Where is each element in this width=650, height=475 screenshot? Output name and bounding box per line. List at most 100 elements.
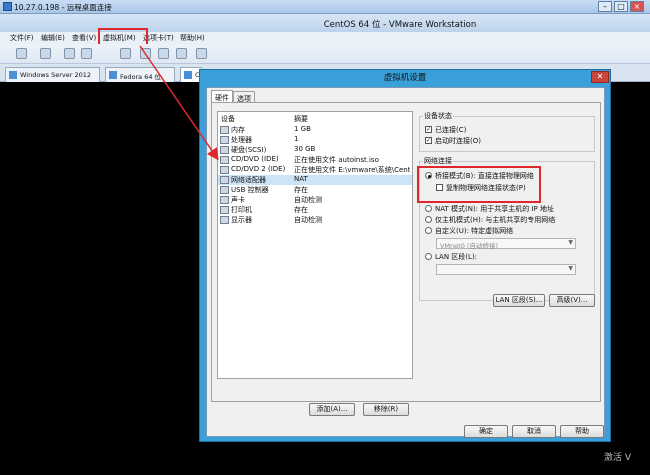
- device-summary: 正在使用文件 E:\vmware\系统\CentO...: [294, 166, 410, 174]
- device-summary: 30 GB: [294, 145, 316, 153]
- menu-file[interactable]: 文件(F): [10, 33, 34, 43]
- device-name: 内存: [231, 126, 245, 134]
- watermark-text: 激活 V: [604, 453, 632, 463]
- cpu-icon: [220, 136, 229, 144]
- remote-desktop-titlebar: 10.27.0.198 - 远程桌面连接 – □ ×: [0, 0, 650, 14]
- device-row[interactable]: 显示器 自动检测: [218, 215, 412, 225]
- library-icon[interactable]: [40, 48, 51, 59]
- chevron-down-icon: ▼: [568, 239, 573, 246]
- vm-settings-dialog: 虚拟机设置 ✕ 硬件 选项 设备 摘要 内存 1 GB 处理器 1 硬盘(SCSI) 30…: [199, 69, 611, 442]
- lan-segment-label: LAN 区段(L):: [435, 253, 478, 261]
- fullscreen-icon[interactable]: [140, 48, 151, 59]
- revert-icon[interactable]: [81, 48, 92, 59]
- device-summary: NAT: [294, 175, 308, 183]
- device-row[interactable]: 处理器 1: [218, 135, 412, 145]
- host-only-radio[interactable]: [425, 216, 432, 223]
- vm-icon: [109, 71, 117, 79]
- host-only-label: 仅主机模式(H): 与主机共享的专用网络: [435, 216, 556, 224]
- device-summary: 自动检测: [294, 196, 322, 204]
- device-list: 设备 摘要 内存 1 GB 处理器 1 硬盘(SCSI) 30 GB CD/DVD (IDE…: [217, 111, 413, 379]
- sound-icon: [220, 196, 229, 204]
- network-connection-label: 网络连接: [423, 156, 453, 166]
- help-button[interactable]: 帮助: [560, 425, 604, 438]
- custom-label: 自定义(U): 特定虚拟网络: [435, 227, 514, 235]
- device-row[interactable]: 声卡 自动检测: [218, 195, 412, 205]
- remote-desktop-title: 10.27.0.198 - 远程桌面连接: [14, 3, 112, 12]
- vm-icon: [184, 71, 192, 79]
- device-name: USB 控制器: [231, 186, 269, 194]
- add-button[interactable]: 添加(A)...: [309, 403, 355, 416]
- device-row[interactable]: 打印机 存在: [218, 205, 412, 215]
- device-name: 网络适配器: [231, 176, 266, 184]
- unity-icon[interactable]: [158, 48, 169, 59]
- remote-desktop-icon: [3, 2, 12, 11]
- network-highlight: [417, 166, 541, 203]
- disk-icon: [220, 146, 229, 154]
- chevron-down-icon: ▼: [568, 265, 573, 272]
- custom-vmnet-select[interactable]: VMnet0 (自动桥接) ▼: [436, 238, 576, 250]
- remove-button[interactable]: 移除(R): [363, 403, 409, 416]
- menu-edit[interactable]: 编辑(E): [41, 33, 65, 43]
- vm-icon: [9, 71, 17, 79]
- menu-view[interactable]: 查看(V): [72, 33, 96, 43]
- cd-icon: [220, 156, 229, 164]
- connected-checkbox[interactable]: ✓: [425, 126, 432, 133]
- cancel-button[interactable]: 取消: [512, 425, 556, 438]
- device-row[interactable]: 内存 1 GB: [218, 125, 412, 135]
- device-header: 设备: [221, 115, 235, 123]
- dialog-body: 硬件 选项 设备 摘要 内存 1 GB 处理器 1 硬盘(SCSI) 30 GB CD/DV…: [206, 87, 605, 438]
- device-name: CD/DVD (IDE): [231, 155, 279, 163]
- manage-snapshot-icon[interactable]: [120, 48, 131, 59]
- tab-windows-server[interactable]: Windows Server 2012: [5, 67, 100, 82]
- device-summary: 存在: [294, 206, 308, 214]
- dialog-title: 虚拟机设置: [383, 73, 427, 83]
- usb-icon: [220, 186, 229, 194]
- summary-header: 摘要: [294, 115, 308, 123]
- dialog-close-button[interactable]: ✕: [591, 71, 609, 83]
- snapshot-icon[interactable]: [64, 48, 75, 59]
- advanced-button[interactable]: 高级(V)...: [549, 294, 595, 307]
- maximize-button[interactable]: □: [614, 1, 628, 12]
- custom-radio[interactable]: [425, 227, 432, 234]
- device-row[interactable]: CD/DVD 2 (IDE) 正在使用文件 E:\vmware\系统\CentO.…: [218, 165, 412, 175]
- view-icon[interactable]: [196, 48, 207, 59]
- lan-segment-radio[interactable]: [425, 253, 432, 260]
- memory-icon: [220, 126, 229, 134]
- lan-segments-button[interactable]: LAN 区段(S)...: [493, 294, 545, 307]
- pause-icon[interactable]: [16, 48, 27, 59]
- device-name: 显示器: [231, 216, 252, 224]
- menu-help[interactable]: 帮助(H): [180, 33, 205, 43]
- printer-icon: [220, 206, 229, 214]
- nat-radio[interactable]: [425, 205, 432, 212]
- device-row[interactable]: USB 控制器 存在: [218, 185, 412, 195]
- device-summary: 自动检测: [294, 216, 322, 224]
- device-status-label: 设备状态: [423, 111, 453, 121]
- device-row[interactable]: 硬盘(SCSI) 30 GB: [218, 145, 412, 155]
- cd-icon: [220, 166, 229, 174]
- device-summary: 正在使用文件 autoinst.iso: [294, 156, 379, 164]
- connected-label: 已连接(C): [435, 126, 467, 134]
- tab-fedora[interactable]: Fedora 64 位: [105, 67, 175, 82]
- device-name: CD/DVD 2 (IDE): [231, 165, 286, 173]
- close-button[interactable]: ×: [630, 1, 644, 12]
- device-name: 硬盘(SCSI): [231, 146, 267, 154]
- device-row[interactable]: CD/DVD (IDE) 正在使用文件 autoinst.iso: [218, 155, 412, 165]
- ok-button[interactable]: 确定: [464, 425, 508, 438]
- device-name: 打印机: [231, 206, 252, 214]
- connect-power-on-checkbox[interactable]: ✓: [425, 137, 432, 144]
- toolbar: [0, 44, 650, 64]
- nat-label: NAT 模式(N): 用于共享主机的 IP 地址: [435, 205, 554, 213]
- device-name: 声卡: [231, 196, 245, 204]
- device-status-group: 设备状态 ✓ 已连接(C) ✓ 启动时连接(O): [419, 111, 595, 152]
- monitor-icon: [220, 216, 229, 224]
- lan-segment-select[interactable]: ▼: [436, 264, 576, 275]
- device-summary: 1 GB: [294, 125, 311, 133]
- console-icon[interactable]: [176, 48, 187, 59]
- device-summary: 1: [294, 135, 299, 143]
- device-summary: 存在: [294, 186, 308, 194]
- hardware-pane: 设备 摘要 内存 1 GB 处理器 1 硬盘(SCSI) 30 GB CD/DVD (IDE…: [211, 102, 601, 416]
- connect-power-on-label: 启动时连接(O): [435, 137, 481, 145]
- device-name: 处理器: [231, 136, 252, 144]
- minimize-button[interactable]: –: [598, 1, 612, 12]
- device-row[interactable]: 网络适配器 NAT: [218, 175, 412, 185]
